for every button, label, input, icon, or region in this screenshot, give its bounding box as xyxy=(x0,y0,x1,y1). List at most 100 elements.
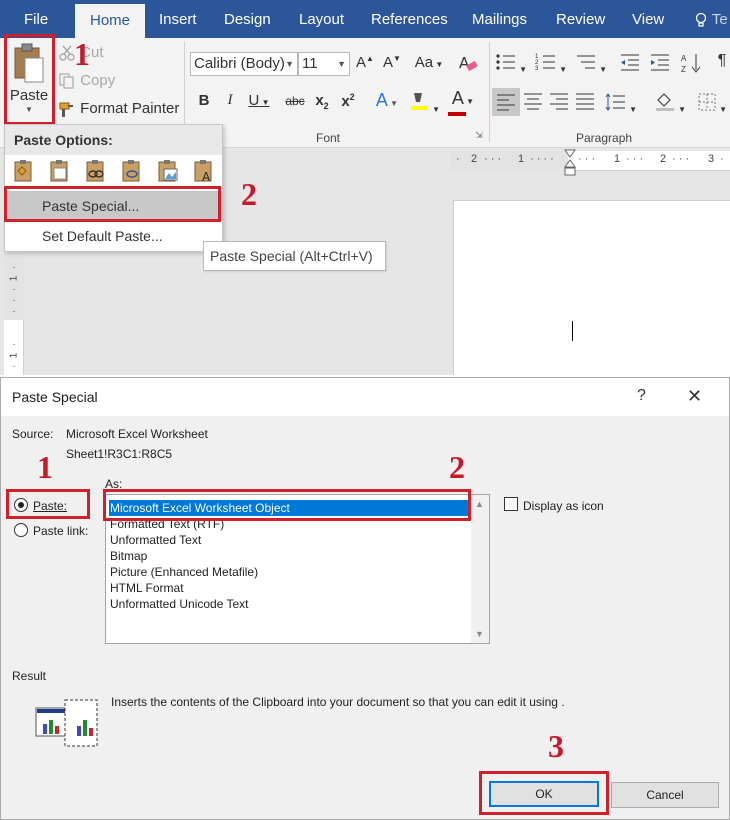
shading-icon[interactable]: ▼ xyxy=(652,90,688,116)
paragraph-group-label: Paragraph xyxy=(576,131,633,145)
font-size-combo[interactable]: 11 ▼ xyxy=(298,52,350,76)
dialog-title-bar: Paste Special ? ✕ xyxy=(1,378,729,416)
list-item[interactable]: HTML Format xyxy=(109,580,471,596)
paste-special-tooltip: Paste Special (Alt+Ctrl+V) xyxy=(203,241,386,271)
clear-formatting-icon[interactable]: A xyxy=(456,52,480,78)
annotation-box-paste-special xyxy=(4,186,221,222)
display-as-icon-checkbox[interactable] xyxy=(504,497,518,511)
source-range: Sheet1!R3C1:R8C5 xyxy=(66,447,173,461)
annotation-box-paste xyxy=(4,34,55,125)
tab-references[interactable]: References xyxy=(371,0,448,38)
close-button[interactable]: ✕ xyxy=(687,386,702,407)
vruler-marks: · 1 · · · · 1 · xyxy=(8,262,20,372)
chevron-down-icon: ▼ xyxy=(337,59,346,69)
bullets-icon[interactable]: ▼ xyxy=(494,52,528,76)
show-marks-icon[interactable]: ¶ xyxy=(714,52,730,70)
line-spacing-icon[interactable]: ▼ xyxy=(604,92,638,116)
paste-radio-label: Paste: xyxy=(33,499,68,513)
subscript-icon[interactable]: x2 xyxy=(312,92,332,111)
chevron-down-icon: ▼ xyxy=(285,59,294,69)
tab-file[interactable]: File xyxy=(24,0,48,38)
shrink-font-icon[interactable]: A▼ xyxy=(382,54,402,71)
list-item[interactable]: Unformatted Unicode Text xyxy=(109,596,471,612)
paintbrush-icon xyxy=(59,102,73,118)
align-center-icon[interactable] xyxy=(522,92,544,114)
annotation-number: 2 xyxy=(241,176,257,212)
tell-me[interactable]: Te xyxy=(694,0,728,38)
tab-insert[interactable]: Insert xyxy=(159,0,197,38)
ok-button[interactable]: OK xyxy=(489,781,599,807)
text-effects-icon[interactable]: A ▼ xyxy=(372,90,402,111)
document-page[interactable] xyxy=(453,200,730,375)
font-group-label: Font xyxy=(316,131,341,145)
text-cursor xyxy=(572,321,573,341)
paste-keep-source-icon[interactable] xyxy=(13,159,35,183)
embedded-chart-icon xyxy=(35,699,98,747)
bold-icon[interactable]: B xyxy=(196,92,212,109)
paste-radio[interactable] xyxy=(14,498,28,512)
underline-icon[interactable]: U ▼ xyxy=(246,92,272,109)
display-as-icon-label: Display as icon xyxy=(523,499,604,513)
tab-design[interactable]: Design xyxy=(224,0,271,38)
list-item[interactable]: Bitmap xyxy=(109,548,471,564)
list-item[interactable]: Unformatted Text xyxy=(109,532,471,548)
font-name-combo[interactable]: Calibri (Body) ▼ xyxy=(190,52,298,76)
annotation-number: 3 xyxy=(548,728,564,764)
tab-layout[interactable]: Layout xyxy=(299,0,344,38)
format-painter-button[interactable]: Format Painter xyxy=(58,100,179,118)
svg-text:3: 3 xyxy=(535,66,539,72)
annotation-box-format xyxy=(103,489,471,521)
paste-merge-icon[interactable] xyxy=(49,159,71,183)
increase-indent-icon[interactable] xyxy=(648,52,672,76)
indent-marker-icon[interactable] xyxy=(563,149,577,177)
svg-text:Z: Z xyxy=(681,65,686,74)
font-color-icon[interactable]: A ▼ xyxy=(446,88,480,116)
set-default-paste-menu-item[interactable]: Set Default Paste... xyxy=(5,221,222,251)
paste-link-icon[interactable] xyxy=(85,159,107,183)
svg-text:A: A xyxy=(681,54,687,63)
superscript-icon[interactable]: x2 xyxy=(338,92,358,110)
paste-link-merge-icon[interactable] xyxy=(121,159,143,183)
list-scrollbar[interactable]: ▲ ▼ xyxy=(471,495,489,643)
help-button[interactable]: ? xyxy=(637,387,646,405)
multilevel-list-icon[interactable]: ▼ xyxy=(574,52,608,76)
align-left-button[interactable] xyxy=(492,88,520,116)
word-window: File Home Insert Design Layout Reference… xyxy=(0,0,730,375)
list-item[interactable]: Picture (Enhanced Metafile) xyxy=(109,564,471,580)
justify-icon[interactable] xyxy=(574,92,596,114)
strikethrough-icon[interactable]: abc xyxy=(282,94,308,108)
chevron-down-icon[interactable]: ▼ xyxy=(475,629,484,639)
dialog-title: Paste Special xyxy=(12,389,98,405)
paste-special-dialog: Paste Special ? ✕ Source: Microsoft Exce… xyxy=(0,377,730,820)
group-separator xyxy=(489,42,490,142)
sort-icon[interactable]: AZ xyxy=(680,52,704,78)
copy-icon xyxy=(59,73,74,89)
paste-link-radio-label: Paste link: xyxy=(33,524,89,538)
paste-text-only-icon[interactable]: A xyxy=(193,159,215,183)
paste-picture-icon[interactable] xyxy=(157,159,179,183)
highlight-color-icon[interactable]: ▼ xyxy=(407,90,441,116)
tab-view[interactable]: View xyxy=(632,0,664,38)
annotation-number: 1 xyxy=(37,449,53,485)
paste-link-radio[interactable] xyxy=(14,523,28,537)
chevron-up-icon[interactable]: ▲ xyxy=(475,499,484,509)
dialog-launcher-icon[interactable]: ⇲ xyxy=(473,130,485,141)
copy-button[interactable]: Copy xyxy=(58,72,115,90)
grow-font-icon[interactable]: A▲ xyxy=(355,54,375,71)
annotation-number: 1 xyxy=(74,36,90,72)
italic-icon[interactable]: I xyxy=(222,92,238,109)
lightbulb-icon xyxy=(695,12,707,27)
ribbon-tab-bar: File Home Insert Design Layout Reference… xyxy=(0,0,730,42)
numbering-icon[interactable]: 123 ▼ xyxy=(534,52,568,76)
result-label: Result xyxy=(12,669,47,683)
change-case-icon[interactable]: Aa ▼ xyxy=(414,54,444,71)
decrease-indent-icon[interactable] xyxy=(618,52,642,76)
align-left-icon xyxy=(497,94,515,111)
cancel-button[interactable]: Cancel xyxy=(611,782,719,808)
borders-icon[interactable]: ▼ xyxy=(694,92,730,116)
paste-options-header: Paste Options: xyxy=(5,125,222,155)
tab-mailings[interactable]: Mailings xyxy=(472,0,527,38)
svg-text:A: A xyxy=(202,170,211,183)
align-right-icon[interactable] xyxy=(548,92,570,114)
tab-review[interactable]: Review xyxy=(556,0,605,38)
